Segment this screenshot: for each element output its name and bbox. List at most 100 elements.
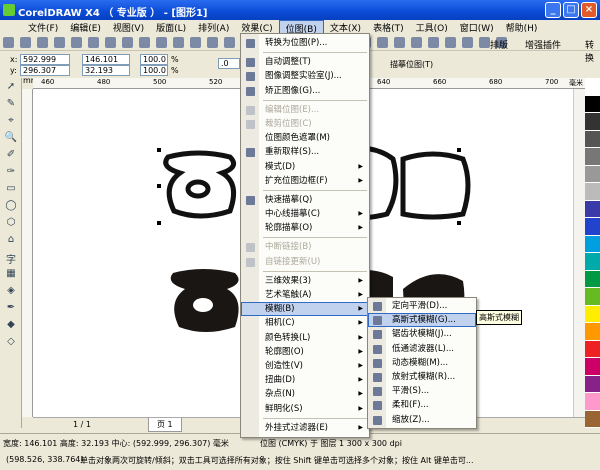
plugin-button[interactable]: 增强插件 xyxy=(525,38,561,51)
menu-item[interactable]: 鲜明化(S) ▶ xyxy=(241,402,369,416)
palette-swatch[interactable] xyxy=(585,183,600,201)
toolbar-tool-icon[interactable] xyxy=(479,37,490,48)
menu-item[interactable]: 平滑(S)... xyxy=(368,384,476,398)
menu-item[interactable]: 模式(D) ▶ xyxy=(241,160,369,174)
menu-item[interactable]: 缩放(Z)... xyxy=(368,413,476,427)
toolbar-tool-icon[interactable] xyxy=(88,37,99,48)
toolbar-tool-icon[interactable] xyxy=(173,37,184,48)
menu-item[interactable]: 外挂式过滤器(E) ▶ xyxy=(241,421,369,435)
toolbar-tool-icon[interactable] xyxy=(156,37,167,48)
toolbar-tool-icon[interactable] xyxy=(3,37,14,48)
menu-8[interactable]: 表格(T) xyxy=(367,20,410,34)
toolbar-tool-icon[interactable] xyxy=(20,37,31,48)
menu-9[interactable]: 工具(O) xyxy=(410,20,454,34)
tool-icon[interactable]: ◯ xyxy=(4,200,18,214)
menu-item[interactable]: 柔和(F)... xyxy=(368,398,476,412)
tool-icon[interactable]: ⌖ xyxy=(4,115,18,129)
palette-swatch[interactable] xyxy=(585,323,600,341)
toolbar-tool-icon[interactable] xyxy=(224,37,235,48)
toolbar-tool-icon[interactable] xyxy=(190,37,201,48)
palette-swatch[interactable] xyxy=(585,288,600,306)
toolbar-tool-icon[interactable] xyxy=(71,37,82,48)
palette-swatch[interactable] xyxy=(585,270,600,288)
palette-swatch[interactable] xyxy=(585,165,600,183)
toolbar-tool-icon[interactable] xyxy=(207,37,218,48)
palette-swatch[interactable] xyxy=(585,305,600,323)
menu-0[interactable]: 文件(F) xyxy=(22,20,64,34)
tool-icon[interactable]: ⬡ xyxy=(4,217,18,231)
palette-swatch[interactable] xyxy=(585,358,600,376)
menu-item[interactable]: 动态模糊(M)... xyxy=(368,356,476,370)
menu-item[interactable]: 自动调整(T) xyxy=(241,55,369,69)
menu-item[interactable]: 定向平滑(D)... xyxy=(368,299,476,313)
toolbar-tool-icon[interactable] xyxy=(428,37,439,48)
menu-7[interactable]: 文本(X) xyxy=(324,20,367,34)
tool-icon[interactable]: 字 xyxy=(4,251,18,266)
tool-icon[interactable]: ◈ xyxy=(4,285,18,299)
vertical-scrollbar[interactable] xyxy=(573,89,585,417)
tool-icon[interactable]: ✑ xyxy=(4,166,18,180)
menu-item[interactable]: 颜色转换(L) ▶ xyxy=(241,331,369,345)
tool-icon[interactable]: ▭ xyxy=(4,183,18,197)
menu-item[interactable]: 低通滤波器(L)... xyxy=(368,342,476,356)
menu-11[interactable]: 帮助(H) xyxy=(500,20,544,34)
menu-item[interactable]: 位图颜色遮罩(M) xyxy=(241,131,369,145)
palette-swatch[interactable] xyxy=(585,340,600,358)
trace-bitmap-button[interactable]: 描摹位图(T) xyxy=(390,59,433,70)
y-position-field[interactable]: 296.307 mm xyxy=(20,65,70,85)
tool-icon[interactable]: ◇ xyxy=(4,336,18,350)
menu-10[interactable]: 窗口(W) xyxy=(454,20,500,34)
menu-item[interactable]: 三维效果(3) ▶ xyxy=(241,274,369,288)
menu-item[interactable]: 重新取样(S)... xyxy=(241,145,369,159)
toolbar-tool-icon[interactable] xyxy=(394,37,405,48)
menu-item[interactable]: 快速描摹(Q) xyxy=(241,193,369,207)
palette-swatch[interactable] xyxy=(585,78,600,96)
toolbar-tool-icon[interactable] xyxy=(105,37,116,48)
palette-swatch[interactable] xyxy=(585,253,600,271)
color-palette[interactable] xyxy=(585,78,600,428)
menu-item[interactable]: 高斯式模糊(G)... xyxy=(368,313,476,328)
menu-item[interactable]: 模糊(B) ▶ xyxy=(241,302,369,317)
palette-swatch[interactable] xyxy=(585,375,600,393)
scale-x-field[interactable]: 100.0 xyxy=(140,54,168,65)
tool-icon[interactable]: ✐ xyxy=(4,149,18,163)
toolbar-tool-icon[interactable] xyxy=(411,37,422,48)
menu-item[interactable]: 图像调整实验室(J)... xyxy=(241,69,369,83)
menu-item[interactable]: 轮廓图(O) ▶ xyxy=(241,345,369,359)
tool-icon[interactable]: ✎ xyxy=(4,98,18,112)
menu-item[interactable]: 相机(C) ▶ xyxy=(241,316,369,330)
menu-5[interactable]: 效果(C) xyxy=(235,20,278,34)
menu-item[interactable]: 矫正图像(G)... xyxy=(241,84,369,98)
toolbar-tool-icon[interactable] xyxy=(139,37,150,48)
height-field[interactable]: 32.193 mm xyxy=(82,65,130,85)
menu-item[interactable]: 轮廓描摹(O) ▶ xyxy=(241,221,369,235)
width-field[interactable]: 146.101 mm xyxy=(82,54,130,74)
layout-button[interactable]: 排版 xyxy=(490,38,508,51)
toolbar-tool-icon[interactable] xyxy=(462,37,473,48)
menu-item[interactable]: 锯齿状模糊(J)... xyxy=(368,327,476,341)
close-button[interactable]: × xyxy=(581,2,597,18)
maximize-button[interactable]: □ xyxy=(563,2,579,18)
minimize-button[interactable]: _ xyxy=(545,2,561,18)
palette-swatch[interactable] xyxy=(585,113,600,131)
toolbar-tool-icon[interactable] xyxy=(54,37,65,48)
menu-item[interactable]: 转换为位图(P)... xyxy=(241,36,369,50)
tool-icon[interactable]: ⌂ xyxy=(4,234,18,248)
menu-item[interactable]: 创造性(V) ▶ xyxy=(241,359,369,373)
x-position-field[interactable]: 592.999 mm xyxy=(20,54,70,74)
toolbar-tool-icon[interactable] xyxy=(122,37,133,48)
menu-2[interactable]: 视图(V) xyxy=(107,20,150,34)
tool-icon[interactable]: ➚ xyxy=(4,81,18,95)
menu-3[interactable]: 版面(L) xyxy=(150,20,192,34)
palette-swatch[interactable] xyxy=(585,235,600,253)
palette-swatch[interactable] xyxy=(585,393,600,411)
menu-1[interactable]: 编辑(E) xyxy=(64,20,107,34)
palette-swatch[interactable] xyxy=(585,410,600,428)
menu-item[interactable]: 放射式模糊(R)... xyxy=(368,370,476,384)
tool-icon[interactable]: ✒ xyxy=(4,302,18,316)
toolbar-tool-icon[interactable] xyxy=(37,37,48,48)
page-tab[interactable]: 页 1 xyxy=(148,418,182,432)
palette-swatch[interactable] xyxy=(585,130,600,148)
tool-icon[interactable]: 🔍 xyxy=(4,132,18,146)
toolbar-tool-icon[interactable] xyxy=(445,37,456,48)
